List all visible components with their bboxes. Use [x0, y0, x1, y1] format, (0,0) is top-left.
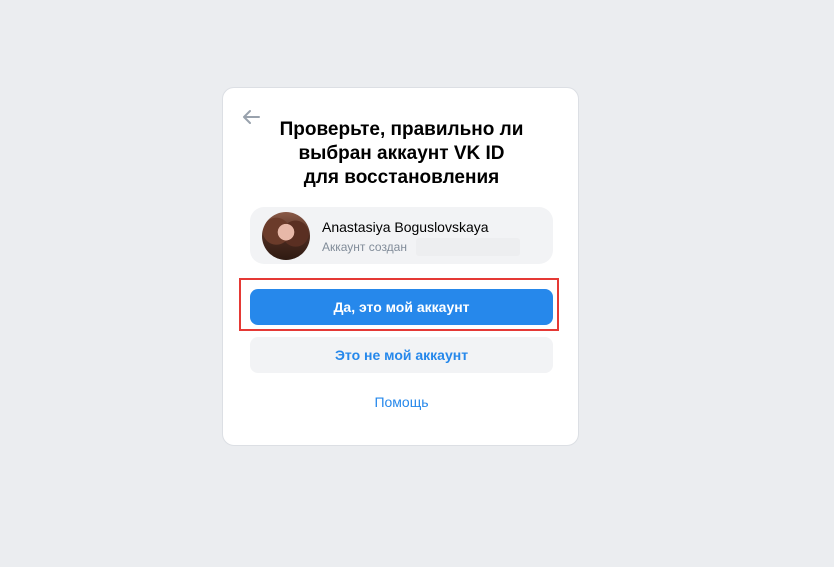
dialog-title-line: выбран аккаунт VK ID [298, 143, 505, 164]
help-link[interactable]: Помощь [223, 394, 580, 410]
back-arrow-icon[interactable] [239, 105, 263, 129]
confirm-account-button[interactable]: Да, это мой аккаунт [250, 289, 553, 325]
dialog-title: Проверьте, правильно ли выбран аккаунт V… [263, 118, 540, 190]
account-name: Anastasiya Boguslovskaya [322, 219, 489, 235]
avatar [262, 212, 310, 260]
dialog-title-line: для восстановления [303, 167, 500, 188]
recovery-dialog: Проверьте, правильно ли выбран аккаунт V… [222, 87, 579, 446]
dialog-title-line: Проверьте, правильно ли [279, 119, 524, 140]
account-card: Anastasiya Boguslovskaya Аккаунт создан [250, 207, 553, 264]
account-created-label: Аккаунт создан [322, 240, 407, 254]
redacted-date [416, 238, 520, 256]
not-my-account-button[interactable]: Это не мой аккаунт [250, 337, 553, 373]
